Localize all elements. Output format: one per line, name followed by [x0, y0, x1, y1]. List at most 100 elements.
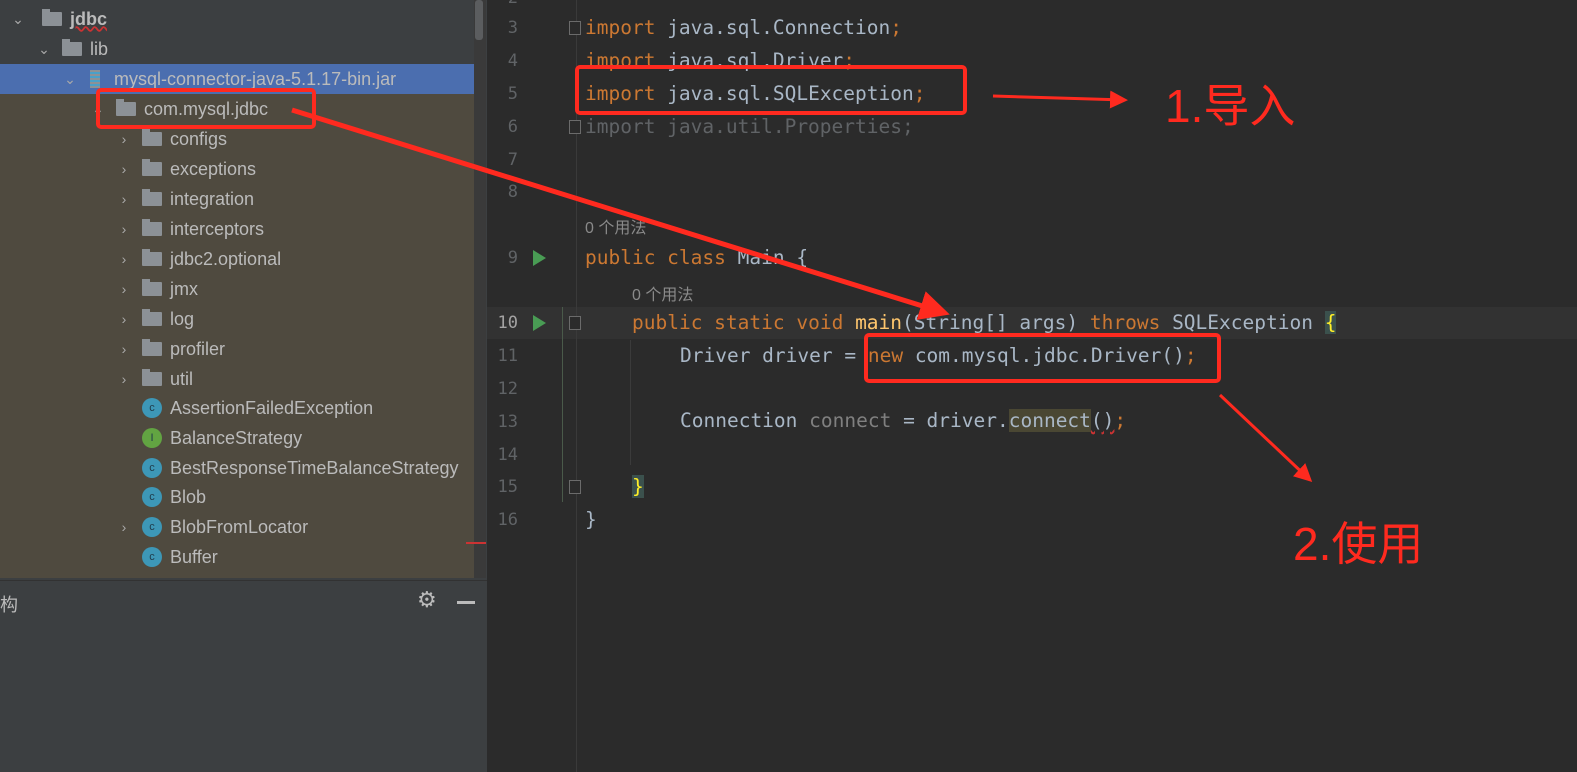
- chevron-down-icon[interactable]: ⌄: [8, 11, 28, 28]
- line-number: 6: [507, 117, 518, 137]
- tree-class[interactable]: c Buffer: [142, 542, 218, 572]
- class-icon: c: [142, 517, 162, 537]
- tree-item-label: Buffer: [170, 546, 218, 567]
- tree-class[interactable]: c BestResponseTimeBalanceStrategy: [142, 453, 458, 483]
- tree-folder[interactable]: › jmx: [114, 274, 198, 304]
- package-icon: [116, 99, 136, 116]
- code-line-5: import java.sql.SQLException;: [585, 82, 926, 105]
- folder-icon: [142, 249, 162, 266]
- folder-icon: [142, 339, 162, 356]
- chevron-down-icon[interactable]: ⌄: [88, 101, 108, 118]
- folder-icon: [142, 369, 162, 386]
- tree-folder[interactable]: › jdbc2.optional: [114, 244, 281, 274]
- line-number: 3: [507, 18, 518, 38]
- code-line-16: }: [585, 508, 597, 531]
- tree-item-lib[interactable]: ⌄ lib: [34, 34, 108, 64]
- chevron-right-icon[interactable]: ›: [114, 131, 134, 147]
- code-line-15: }: [632, 475, 644, 498]
- tree-item-label: exceptions: [170, 158, 257, 179]
- tree-folder[interactable]: › configs: [114, 124, 227, 154]
- tree-item-label: jmx: [170, 278, 198, 299]
- chevron-right-icon[interactable]: ›: [114, 221, 134, 237]
- class-icon: c: [142, 547, 162, 567]
- tree-scrollbar[interactable]: [474, 0, 486, 578]
- tree-class[interactable]: c Blob: [142, 482, 206, 512]
- tree-item-jdbc[interactable]: ⌄ jdbc: [8, 4, 107, 34]
- folder-icon: [142, 159, 162, 176]
- gear-icon[interactable]: ⚙: [417, 587, 437, 613]
- folder-icon: [142, 219, 162, 236]
- gutter-divider: [576, 0, 577, 772]
- fold-icon[interactable]: [569, 480, 581, 494]
- chevron-down-icon[interactable]: ⌄: [34, 41, 54, 58]
- code-line-11: Driver driver = new com.mysql.jdbc.Drive…: [680, 344, 1197, 367]
- chevron-right-icon[interactable]: ›: [114, 251, 134, 267]
- tree-item-label: jdbc2.optional: [170, 248, 282, 269]
- chevron-right-icon[interactable]: ›: [114, 191, 134, 207]
- tree-scrollbar-thumb[interactable]: [475, 0, 483, 40]
- module-folder-icon: [42, 9, 62, 26]
- line-number: 13: [497, 412, 518, 432]
- tree-item-label: integration: [170, 188, 255, 209]
- line-number: 7: [507, 150, 518, 170]
- code-line-10: public static void main(String[] args) t…: [632, 311, 1337, 334]
- fold-icon[interactable]: [569, 120, 581, 134]
- chevron-down-icon[interactable]: ⌄: [60, 71, 80, 88]
- tree-item-label: AssertionFailedException: [170, 397, 374, 418]
- fold-icon[interactable]: [569, 21, 581, 35]
- chevron-right-icon[interactable]: ›: [114, 281, 134, 297]
- run-icon[interactable]: [533, 250, 546, 266]
- tree-item-label: util: [170, 368, 194, 389]
- folder-icon: [142, 129, 162, 146]
- tree-item-label: interceptors: [170, 218, 265, 239]
- minimize-icon[interactable]: [457, 601, 475, 604]
- tree-item-label: BalanceStrategy: [170, 427, 303, 448]
- tree-item-label: configs: [170, 128, 228, 149]
- tree-interface[interactable]: I BalanceStrategy: [142, 423, 302, 453]
- tree-item-label: Blob: [170, 486, 207, 507]
- line-number: 9: [507, 248, 518, 268]
- tree-item-label: BestResponseTimeBalanceStrategy: [170, 457, 459, 478]
- line-number: 11: [497, 346, 518, 366]
- scope-line: [562, 307, 563, 502]
- line-number: 12: [497, 379, 518, 399]
- annotation-label-import: 1.导入: [1165, 80, 1296, 132]
- tree-folder[interactable]: › exceptions: [114, 154, 256, 184]
- tree-folder[interactable]: › log: [114, 304, 194, 334]
- jar-icon: [90, 70, 100, 88]
- usage-hint[interactable]: 0 个用法: [632, 281, 693, 305]
- fold-icon[interactable]: [569, 316, 581, 330]
- run-icon[interactable]: [533, 315, 546, 331]
- tree-class[interactable]: c AssertionFailedException: [142, 393, 373, 423]
- chevron-right-icon[interactable]: ›: [114, 371, 134, 387]
- folder-icon: [142, 279, 162, 296]
- tree-folder[interactable]: › interceptors: [114, 214, 264, 244]
- line-number: 16: [497, 510, 518, 530]
- class-icon: c: [142, 487, 162, 507]
- tree-item-package[interactable]: ⌄ com.mysql.jdbc: [88, 94, 268, 124]
- tree-item-jar[interactable]: ⌄ mysql-connector-java-5.1.17-bin.jar: [60, 64, 396, 94]
- line-number: 10: [497, 313, 518, 333]
- tree-folder[interactable]: › integration: [114, 184, 254, 214]
- class-icon: c: [142, 398, 162, 418]
- chevron-right-icon[interactable]: ›: [114, 161, 134, 177]
- line-number: 8: [507, 182, 518, 202]
- line-number: 15: [497, 477, 518, 497]
- structure-panel: 构 ⚙: [0, 580, 487, 772]
- chevron-right-icon[interactable]: ›: [114, 341, 134, 357]
- line-number: 14: [497, 445, 518, 465]
- usage-hint[interactable]: 0 个用法: [585, 214, 646, 238]
- chevron-right-icon[interactable]: ›: [114, 519, 134, 535]
- project-panel: ⌄ jdbc ⌄ lib ⌄ mysql-connector-java-5.1.17-…: [0, 0, 487, 772]
- class-icon: c: [142, 458, 162, 478]
- code-line-3: import java.sql.Connection;: [585, 16, 903, 39]
- tree-class[interactable]: › c BlobFromLocator: [114, 512, 308, 542]
- tree-item-label: log: [170, 308, 195, 329]
- code-line-4: import java.sql.Driver;: [585, 49, 856, 72]
- tree-item-label: mysql-connector-java-5.1.17-bin.jar: [114, 68, 397, 89]
- panel-title: 构: [0, 595, 18, 615]
- tree-folder[interactable]: › util: [114, 364, 193, 394]
- tree-item-label: lib: [90, 38, 109, 59]
- chevron-right-icon[interactable]: ›: [114, 311, 134, 327]
- tree-folder[interactable]: › profiler: [114, 334, 225, 364]
